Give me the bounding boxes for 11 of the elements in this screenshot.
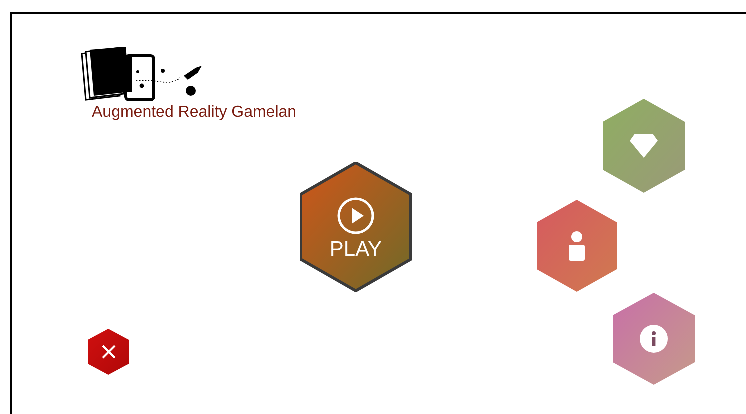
close-button[interactable] [87, 328, 130, 376]
gem-icon [629, 133, 659, 159]
play-icon [337, 196, 375, 234]
info-icon [640, 325, 668, 353]
user-icon [568, 231, 586, 261]
close-icon [102, 345, 116, 359]
app-title: Augmented Reality Gamelan [92, 105, 297, 121]
profile-button[interactable] [536, 199, 618, 293]
gem-button[interactable] [602, 98, 686, 194]
play-button[interactable]: PLAY [300, 162, 412, 292]
info-button[interactable] [612, 292, 696, 386]
